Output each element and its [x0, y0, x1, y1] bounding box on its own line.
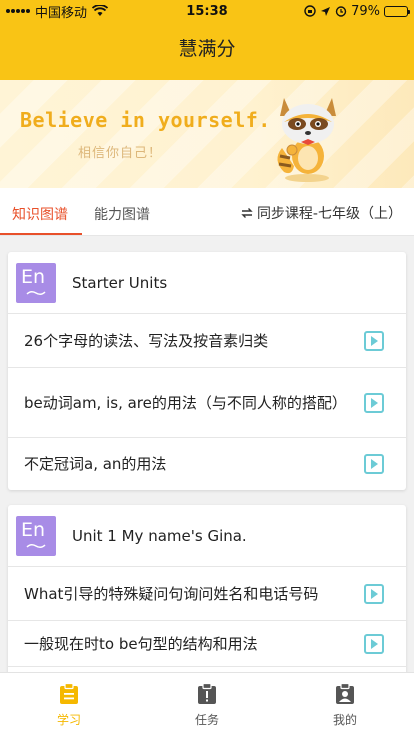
banner-slogan: Believe in yourself. — [20, 108, 271, 132]
task-alert-icon — [198, 683, 216, 704]
nav-profile-label: 我的 — [332, 713, 357, 727]
english-subject-icon: En — [16, 515, 56, 556]
english-subject-icon: En — [16, 262, 56, 303]
page-title: 慧满分 — [178, 38, 236, 60]
unit-card-unit1: En Unit 1 My name's Gina. What引导的特殊疑问句询问… — [8, 505, 406, 685]
wifi-icon — [92, 5, 109, 16]
banner-subtitle: 相信你自己！ — [78, 146, 163, 161]
unit-header[interactable]: En Starter Units — [8, 252, 406, 314]
nav-study-label: 学习 — [56, 713, 81, 727]
unit-card-starter: En Starter Units 26个字母的读法、写法及按音素归类 be动词a… — [8, 252, 406, 490]
lesson-row[interactable]: 一般现在时to be句型的结构和用法 — [8, 621, 406, 667]
nav-tasks[interactable]: 任务 — [167, 683, 247, 728]
battery-icon — [384, 5, 410, 17]
lesson-row[interactable]: 26个字母的读法、写法及按音素归类 — [8, 314, 406, 368]
signal-icon — [6, 9, 30, 13]
play-video-icon[interactable] — [364, 633, 384, 654]
sync-icon — [241, 208, 253, 218]
battery-percent: 79% — [351, 3, 380, 19]
lesson-row[interactable]: What引导的特殊疑问句询问姓名和电话号码 — [8, 567, 406, 621]
play-video-icon[interactable] — [364, 330, 384, 351]
play-video-icon[interactable] — [364, 583, 384, 604]
lesson-title: What引导的特殊疑问句询问姓名和电话号码 — [24, 584, 319, 603]
raccoon-mascot-icon — [277, 98, 336, 182]
tab-ability-graph[interactable]: 能力图谱 — [94, 204, 150, 224]
sync-course-label: 同步课程-七年级（上） — [256, 206, 402, 222]
lesson-title: be动词am, is, are的用法（与不同人称的搭配） — [24, 393, 347, 412]
lesson-row[interactable]: 不定冠词a, an的用法 — [8, 438, 406, 490]
tab-knowledge-graph[interactable]: 知识图谱 — [12, 204, 68, 224]
unit-title: Unit 1 My name's Gina. — [72, 526, 247, 545]
lock-rotation-icon — [304, 5, 316, 17]
lesson-title: 一般现在时to be句型的结构和用法 — [24, 634, 258, 653]
lesson-row[interactable]: be动词am, is, are的用法（与不同人称的搭配） — [8, 368, 406, 438]
play-video-icon[interactable] — [364, 392, 384, 413]
motivation-banner[interactable]: Believe in yourself. 相信你自己！ — [0, 80, 414, 188]
app-header: 中国移动 15:38 79% 慧满分 — [0, 0, 414, 80]
lesson-title: 不定冠词a, an的用法 — [24, 455, 167, 473]
nav-study[interactable]: 学习 — [29, 683, 109, 728]
carrier-label: 中国移动 — [35, 5, 88, 21]
lesson-title: 26个字母的读法、写法及按音素归类 — [24, 331, 269, 350]
nav-profile[interactable]: 我的 — [305, 683, 385, 728]
tab-bar: 知识图谱 能力图谱 同步课程-七年级（上） — [0, 188, 414, 236]
active-tab-indicator — [0, 233, 82, 235]
play-video-icon[interactable] — [364, 454, 384, 474]
banner-background — [0, 80, 414, 188]
nav-tasks-label: 任务 — [194, 713, 219, 727]
alarm-icon — [335, 6, 347, 17]
unit-header[interactable]: En Unit 1 My name's Gina. — [8, 505, 406, 567]
location-icon — [321, 6, 331, 16]
clipboard-icon — [60, 683, 78, 704]
bottom-navigation: 学习 任务 我的 — [0, 672, 414, 736]
status-bar: 中国移动 15:38 79% — [0, 0, 414, 22]
unit-title: Starter Units — [72, 273, 168, 292]
sync-course-selector[interactable]: 同步课程-七年级（上） — [240, 203, 402, 223]
profile-icon — [336, 683, 354, 704]
